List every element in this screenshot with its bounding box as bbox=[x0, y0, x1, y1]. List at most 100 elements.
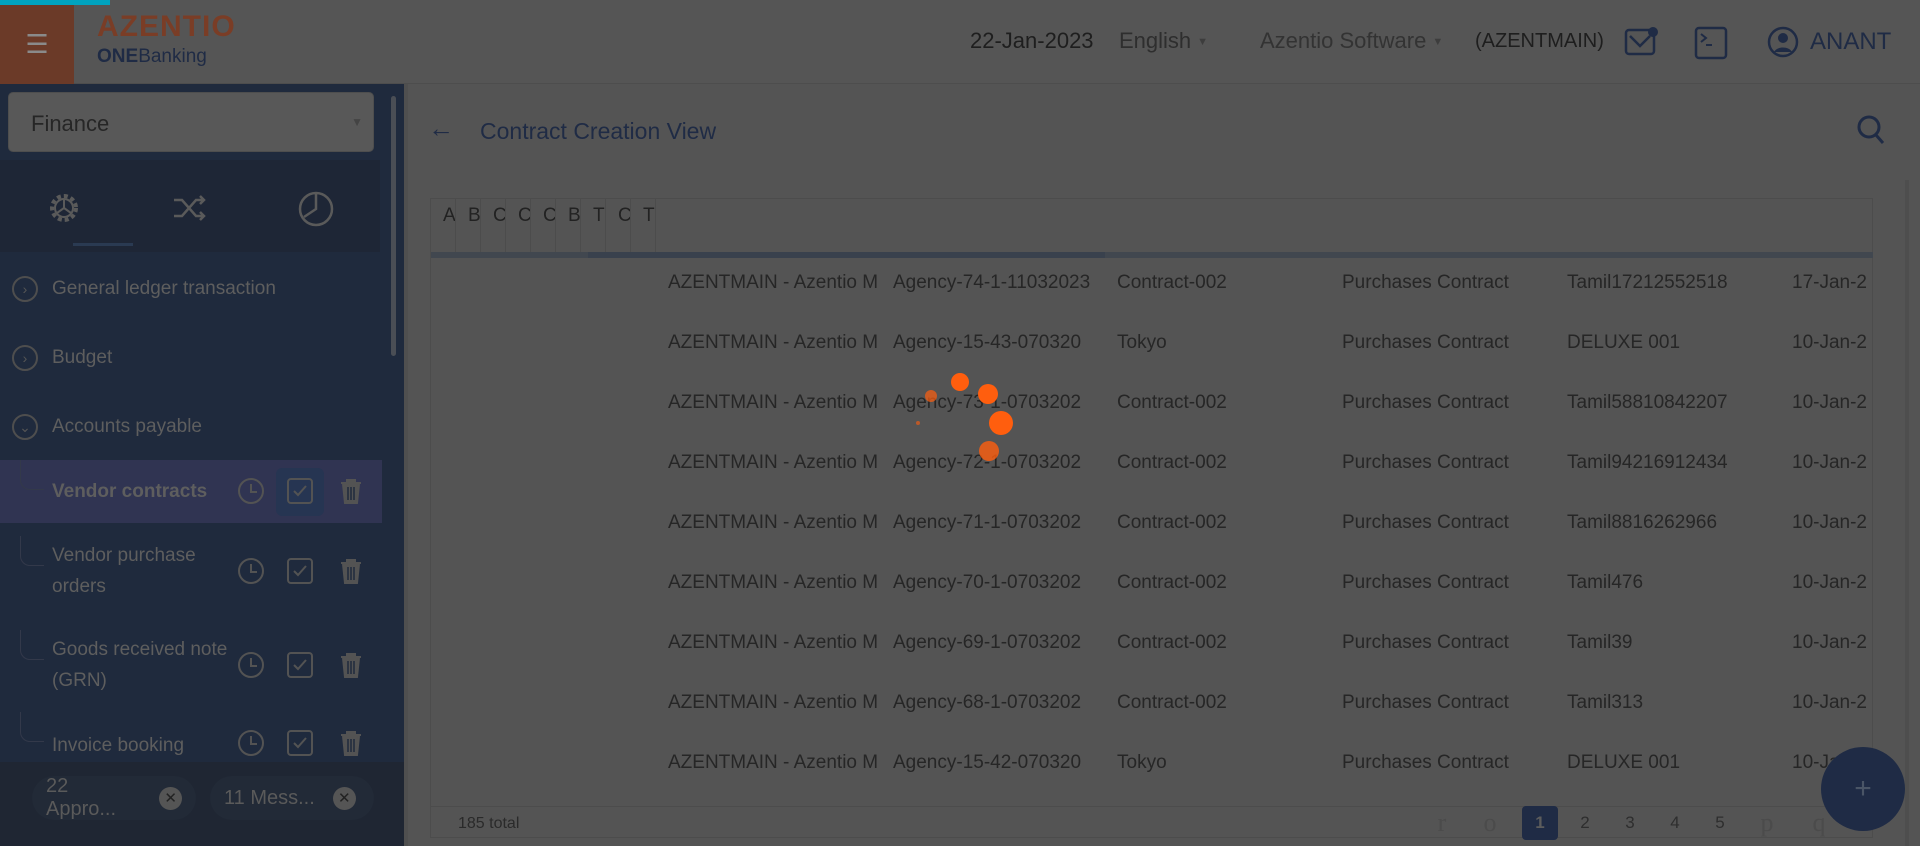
language-value: English bbox=[1119, 28, 1192, 53]
column-header[interactable]: C bbox=[531, 199, 556, 253]
column-header[interactable]: T bbox=[631, 199, 656, 253]
table-cell: Contract-002 bbox=[1117, 632, 1227, 653]
approve-check-icon[interactable] bbox=[285, 476, 315, 506]
language-select[interactable]: English ▼ bbox=[1119, 28, 1208, 54]
page-scrollbar[interactable] bbox=[1905, 180, 1909, 846]
page-2-button[interactable]: 2 bbox=[1567, 806, 1603, 840]
table-row[interactable]: AZENTMAIN - Azentio M Agency-69-1-0703202… bbox=[431, 618, 1873, 678]
delete-trash-icon[interactable] bbox=[336, 650, 366, 680]
delete-trash-icon[interactable] bbox=[336, 728, 366, 758]
delete-trash-icon[interactable] bbox=[336, 476, 366, 506]
spinner-dot bbox=[925, 390, 937, 402]
app-logo[interactable]: AZENTIO ONEBanking bbox=[97, 10, 236, 68]
page-4-button[interactable]: 4 bbox=[1657, 806, 1693, 840]
mail-notification-icon[interactable] bbox=[1624, 26, 1658, 63]
table-row[interactable]: AZENTMAIN - Azentio M Agency-15-43-070320… bbox=[431, 318, 1873, 378]
back-arrow-icon[interactable]: ← bbox=[428, 113, 454, 144]
table-row[interactable]: AZENTMAIN - Azentio M Agency-74-1-1103202… bbox=[431, 258, 1873, 318]
chevron-right-icon: › bbox=[12, 276, 38, 302]
table-cell: Purchases Contract bbox=[1342, 632, 1509, 653]
logo-product: Banking bbox=[138, 46, 207, 67]
table-row[interactable]: AZENTMAIN - Azentio M Agency-72-1-0703202… bbox=[431, 438, 1873, 498]
column-header[interactable]: B bbox=[456, 199, 481, 253]
business-date: 22-Jan-2023 bbox=[970, 28, 1094, 53]
menu-budget[interactable]: › Budget bbox=[12, 345, 112, 371]
table-cell: Agency-15-42-070320 bbox=[893, 752, 1082, 773]
table-cell: Tamil8816262966 bbox=[1567, 512, 1718, 533]
active-tab-indicator bbox=[73, 243, 133, 246]
table-cell: Purchases Contract bbox=[1342, 572, 1509, 593]
approve-check-icon[interactable] bbox=[285, 650, 315, 680]
sidebar-divider[interactable] bbox=[404, 84, 408, 846]
submenu-goods-received-note[interactable]: Goods received note (GRN) bbox=[0, 630, 382, 700]
shuffle-icon[interactable] bbox=[170, 188, 210, 228]
tree-connector bbox=[20, 536, 44, 566]
menu-general-ledger-transaction[interactable]: › General ledger transaction bbox=[12, 276, 276, 302]
delete-trash-icon[interactable] bbox=[336, 556, 366, 586]
column-header[interactable]: A bbox=[431, 199, 456, 253]
close-icon[interactable]: ✕ bbox=[332, 786, 356, 810]
column-header[interactable]: C bbox=[506, 199, 531, 253]
next-page-button[interactable]: p bbox=[1749, 806, 1785, 840]
page-5-button[interactable]: 5 bbox=[1702, 806, 1738, 840]
column-header[interactable]: C bbox=[481, 199, 506, 253]
page-1-button[interactable]: 1 bbox=[1522, 806, 1558, 840]
messages-chip[interactable]: 11 Mess... ✕ bbox=[210, 776, 374, 820]
table-cell: 17-Jan-2 bbox=[1792, 272, 1867, 293]
approve-check-icon[interactable] bbox=[285, 556, 315, 586]
spinner-dot bbox=[978, 384, 998, 404]
column-header[interactable]: T bbox=[581, 199, 606, 253]
table-cell: AZENTMAIN - Azentio M bbox=[668, 752, 879, 773]
approvals-chip[interactable]: 22 Appro... ✕ bbox=[32, 775, 196, 820]
approve-check-icon[interactable] bbox=[285, 728, 315, 758]
module-value: Finance bbox=[31, 111, 110, 136]
table-row[interactable]: AZENTMAIN - Azentio MAgency-73-1-0703202… bbox=[431, 378, 1873, 438]
submenu-vendor-contracts[interactable]: Vendor contracts bbox=[0, 460, 382, 523]
table-cell: 10-Jan-2 bbox=[1792, 392, 1867, 413]
table-cell: Agency-70-1-0703202 bbox=[893, 572, 1082, 593]
column-header[interactable]: C bbox=[606, 199, 631, 253]
history-clock-icon[interactable] bbox=[236, 556, 266, 586]
history-clock-icon[interactable] bbox=[236, 650, 266, 680]
table-row[interactable]: AZENTMAIN - Azentio M Agency-68-1-0703202… bbox=[431, 678, 1873, 738]
table-cell: 10-Jan-2 bbox=[1792, 452, 1867, 473]
settings-gear-icon[interactable] bbox=[44, 188, 84, 228]
table-cell: Purchases Contract bbox=[1342, 272, 1509, 293]
menu-label: Accounts payable bbox=[52, 416, 202, 437]
chevron-right-icon: › bbox=[12, 345, 38, 371]
tree-connector bbox=[20, 460, 44, 490]
menu-accounts-payable[interactable]: ⌄ Accounts payable bbox=[12, 414, 202, 440]
table-cell: Purchases Contract bbox=[1342, 692, 1509, 713]
terminal-icon[interactable] bbox=[1694, 26, 1728, 65]
prev-page-button[interactable]: o bbox=[1472, 806, 1508, 840]
table-row[interactable]: AZENTMAIN - Azentio M Agency-70-1-0703202… bbox=[431, 558, 1873, 618]
company-select[interactable]: Azentio Software ▼ bbox=[1260, 28, 1443, 54]
user-name[interactable]: ANANT bbox=[1810, 28, 1891, 56]
chevron-down-icon: ⌄ bbox=[12, 414, 38, 440]
table-row[interactable]: AZENTMAIN - Azentio M Agency-71-1-0703202… bbox=[431, 498, 1873, 558]
sidebar-scrollbar[interactable] bbox=[391, 96, 396, 356]
table-cell: Purchases Contract bbox=[1342, 752, 1509, 773]
table-cell: 10-Jan-2 bbox=[1792, 512, 1867, 533]
history-clock-icon[interactable] bbox=[236, 476, 266, 506]
table-cell: AZENTMAIN - Azentio M bbox=[668, 572, 879, 593]
column-header[interactable]: B bbox=[556, 199, 581, 253]
submenu-vendor-purchase-orders[interactable]: Vendor purchase orders bbox=[0, 536, 382, 606]
module-select[interactable]: Finance ▼ bbox=[8, 92, 374, 152]
first-page-button[interactable]: r bbox=[1424, 806, 1460, 840]
table-row[interactable]: AZENTMAIN - Azentio M Agency-15-42-070320… bbox=[431, 738, 1873, 798]
search-icon[interactable] bbox=[1856, 114, 1886, 151]
hamburger-menu-button[interactable]: ☰ bbox=[0, 5, 74, 84]
pie-chart-icon[interactable] bbox=[296, 188, 336, 228]
table-cell: Contract-002 bbox=[1117, 692, 1227, 713]
table-cell: Agency-68-1-0703202 bbox=[893, 692, 1082, 713]
page-3-button[interactable]: 3 bbox=[1612, 806, 1648, 840]
page-title: Contract Creation View bbox=[480, 118, 717, 144]
table-cell: AZENTMAIN - Azentio M bbox=[668, 332, 879, 353]
user-avatar-icon[interactable] bbox=[1767, 26, 1799, 63]
add-button[interactable]: + bbox=[1821, 747, 1905, 831]
history-clock-icon[interactable] bbox=[236, 728, 266, 758]
close-icon[interactable]: ✕ bbox=[159, 786, 182, 810]
table-cell: DELUXE 001 bbox=[1567, 752, 1681, 773]
submenu-invoice-booking[interactable]: Invoice booking bbox=[0, 712, 382, 762]
